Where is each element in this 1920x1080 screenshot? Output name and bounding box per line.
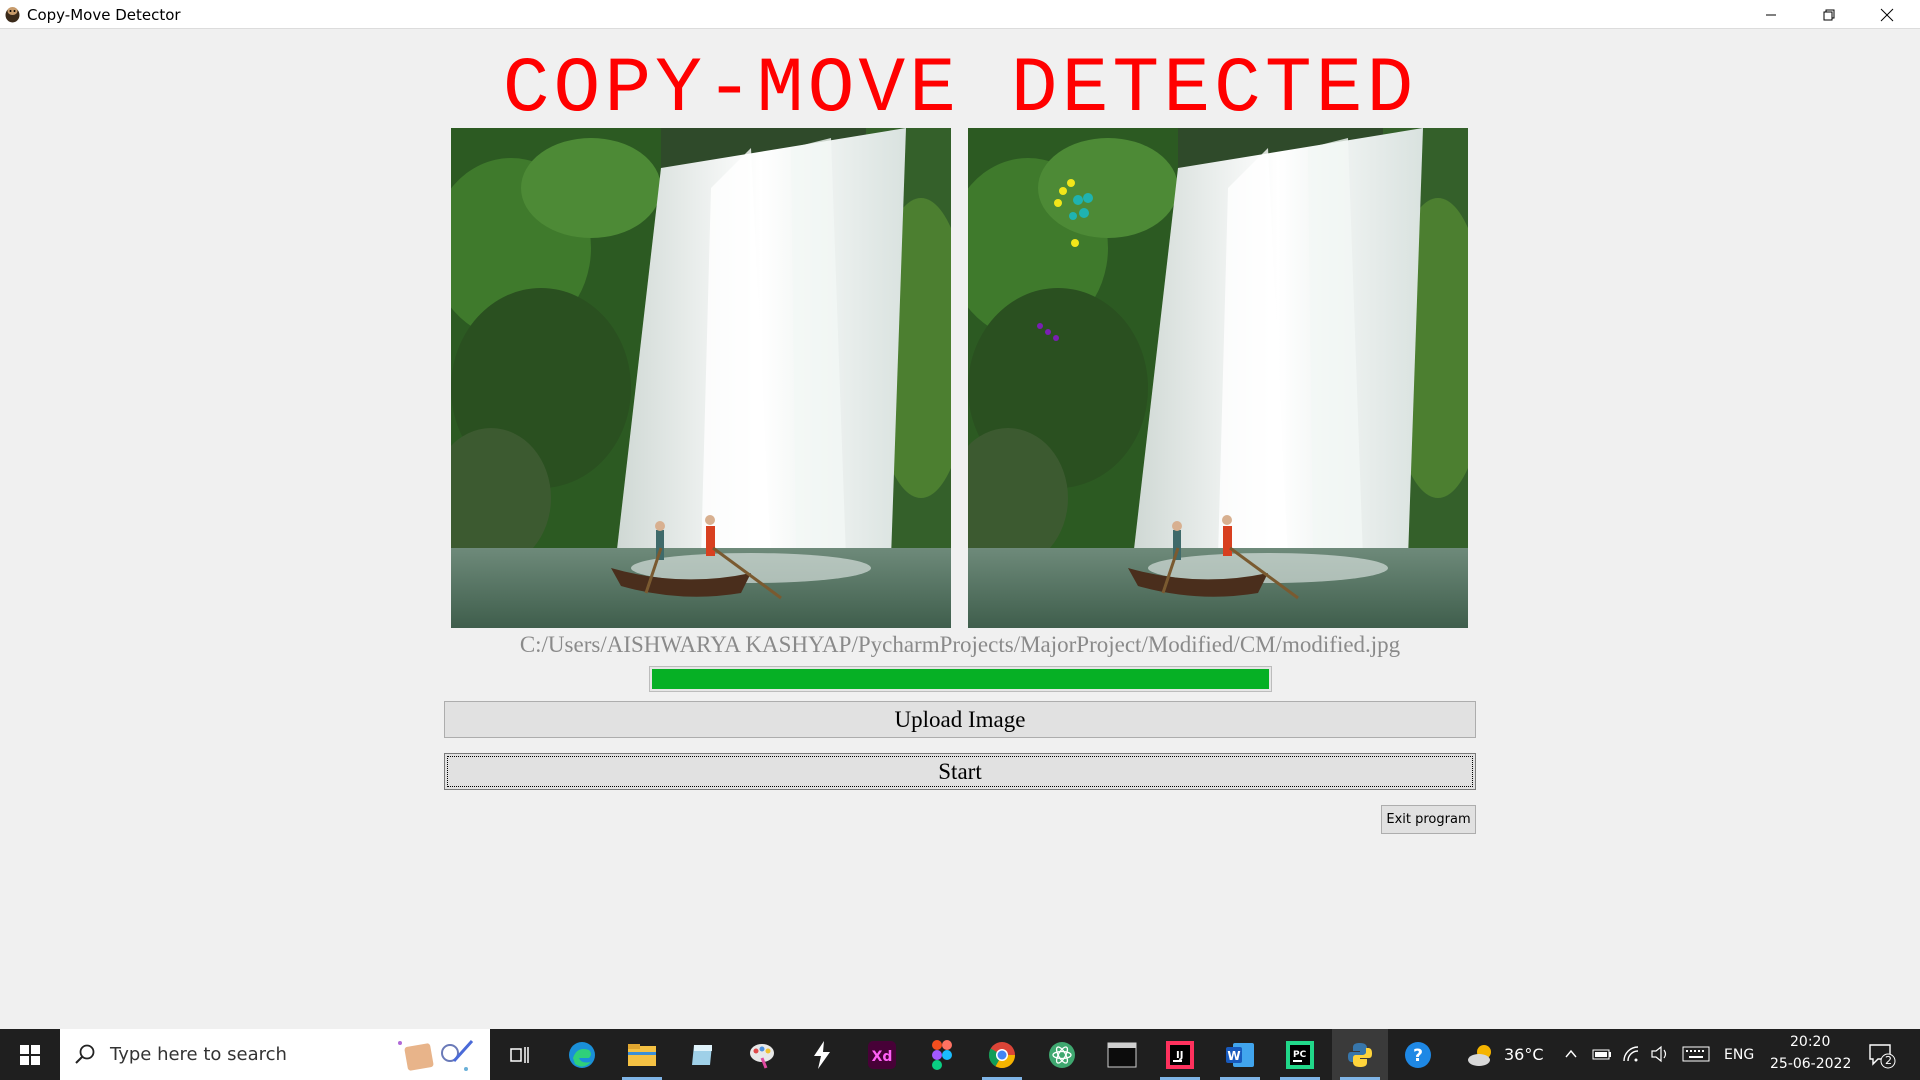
window-title: Copy-Move Detector [27, 6, 181, 24]
taskbar-notes[interactable] [674, 1029, 730, 1080]
restore-button[interactable] [1800, 0, 1858, 29]
file-path-label: C:/Users/AISHWARYA KASHYAP/PycharmProjec… [519, 632, 1401, 657]
notes-icon [692, 1044, 712, 1065]
upload-image-button[interactable]: Upload Image [444, 701, 1476, 738]
weather-icon [1468, 1045, 1491, 1066]
taskbar: Type here to search Xd IJ W PC ? 36°C EN… [0, 1029, 1920, 1080]
progress-bar [649, 666, 1272, 692]
edge-icon [569, 1041, 595, 1068]
python-icon [1348, 1042, 1372, 1067]
paint-icon [750, 1043, 774, 1069]
keyboard-icon[interactable] [1682, 1046, 1710, 1062]
windows-logo-icon [20, 1044, 40, 1065]
svg-text:W: W [1227, 1049, 1240, 1063]
language-indicator[interactable]: ENG [1724, 1047, 1754, 1063]
taskbar-adobe-xd[interactable]: Xd [854, 1029, 910, 1080]
svg-text:Xd: Xd [872, 1049, 893, 1065]
taskbar-python[interactable] [1332, 1029, 1388, 1080]
task-view-button[interactable] [492, 1029, 548, 1080]
battery-icon[interactable] [1592, 1047, 1612, 1061]
start-button-windows[interactable] [0, 1029, 60, 1080]
pycharm-icon: PC [1286, 1040, 1314, 1069]
title-bar: Copy-Move Detector [0, 0, 1920, 29]
wifi-icon[interactable] [1622, 1045, 1640, 1063]
search-highlight-art-icon [398, 1039, 474, 1071]
taskbar-pycharm[interactable]: PC [1272, 1029, 1328, 1080]
spark-icon [814, 1040, 830, 1069]
notification-count: 2 [1885, 1054, 1892, 1067]
clock-date[interactable]: 25-06-2022 [1770, 1056, 1851, 1072]
taskbar-help[interactable]: ? [1390, 1029, 1446, 1080]
word-icon: W [1226, 1042, 1254, 1067]
close-icon [1880, 8, 1894, 21]
taskbar-word[interactable]: W [1212, 1029, 1268, 1080]
svg-text:?: ? [1413, 1046, 1423, 1066]
taskbar-intellij[interactable]: IJ [1152, 1029, 1208, 1080]
svg-text:PC: PC [1293, 1050, 1307, 1060]
detected-image [968, 128, 1468, 628]
chevron-up-icon[interactable] [1564, 1047, 1578, 1061]
terminal-icon [1107, 1042, 1137, 1067]
taskbar-paint[interactable] [734, 1029, 790, 1080]
figma-icon [932, 1039, 952, 1070]
restore-icon [1823, 9, 1835, 20]
intellij-icon: IJ [1166, 1040, 1194, 1069]
weather-temperature[interactable]: 36°C [1504, 1045, 1544, 1064]
original-image [451, 128, 951, 628]
volume-icon[interactable] [1650, 1045, 1670, 1063]
atom-icon [1049, 1041, 1075, 1068]
minimize-icon [1766, 14, 1776, 15]
exit-program-button[interactable]: Exit program [1381, 805, 1476, 834]
chrome-icon [988, 1041, 1016, 1068]
close-button[interactable] [1858, 0, 1916, 29]
search-placeholder: Type here to search [110, 1044, 287, 1065]
taskbar-file-explorer[interactable] [614, 1029, 670, 1080]
help-icon: ? [1405, 1041, 1431, 1068]
svg-text:IJ: IJ [1176, 1050, 1183, 1061]
taskbar-search-box[interactable]: Type here to search [60, 1029, 490, 1080]
progress-fill [652, 669, 1269, 689]
taskbar-terminal[interactable] [1094, 1029, 1150, 1080]
result-headline: COPY-MOVE DETECTED [502, 46, 1418, 134]
taskbar-chrome[interactable] [974, 1029, 1030, 1080]
start-button[interactable]: Start [444, 753, 1476, 790]
main-content: COPY-MOVE DETECTED C:/Users/AISHWARYA KA… [0, 30, 1920, 1029]
taskbar-spark[interactable] [794, 1029, 850, 1080]
search-icon [75, 1044, 95, 1064]
app-feather-icon [5, 7, 20, 23]
task-view-icon [510, 1046, 529, 1063]
taskbar-atom[interactable] [1034, 1029, 1090, 1080]
adobe-xd-icon: Xd [868, 1040, 896, 1069]
clock-time[interactable]: 20:20 [1790, 1034, 1830, 1050]
taskbar-edge[interactable] [554, 1029, 610, 1080]
taskbar-figma[interactable] [914, 1029, 970, 1080]
file-explorer-icon [628, 1043, 656, 1066]
minimize-button[interactable] [1742, 0, 1800, 29]
